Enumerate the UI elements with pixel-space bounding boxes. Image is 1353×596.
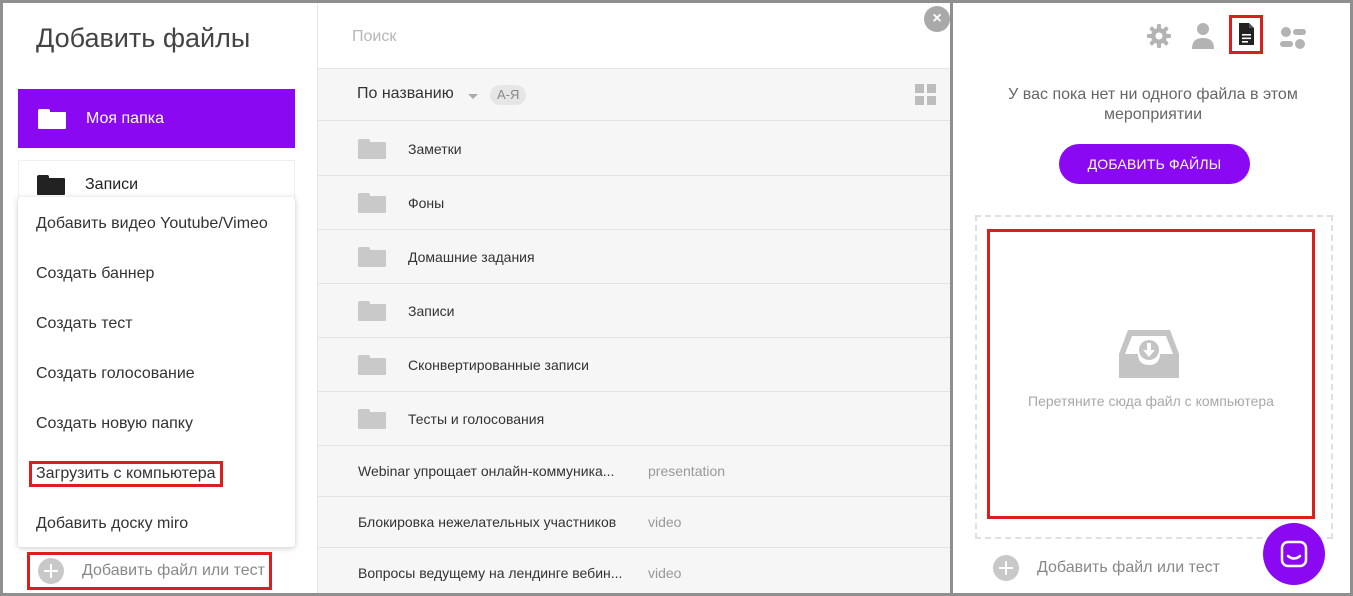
folder-icon — [358, 354, 386, 375]
user-icon[interactable] — [1191, 22, 1215, 50]
search-bar: × — [318, 3, 951, 69]
menu-item-add-video[interactable]: Добавить видео Youtube/Vimeo — [18, 199, 295, 249]
chat-icon — [1280, 540, 1308, 568]
menu-item-create-poll[interactable]: Создать голосование — [18, 349, 295, 399]
folder-icon — [358, 138, 386, 159]
settings-toggle-icon[interactable] — [1280, 27, 1306, 49]
menu-item-create-banner[interactable]: Создать баннер — [18, 249, 295, 299]
sort-order-toggle[interactable]: А-Я — [490, 85, 527, 105]
folder-row[interactable]: Тесты и голосования — [318, 392, 951, 446]
gear-icon[interactable] — [1146, 23, 1172, 49]
chat-button[interactable] — [1263, 523, 1325, 585]
add-file-label: Добавить файл или тест — [1037, 559, 1220, 576]
app-window: Добавить файлы Моя папка Записи Добавить… — [0, 0, 1353, 596]
plus-icon — [993, 555, 1019, 581]
menu-item-upload-from-computer[interactable]: Загрузить с компьютера — [18, 449, 295, 499]
file-name: Webinar упрощает онлайн-коммуника... — [358, 463, 615, 479]
my-folder-item[interactable]: Моя папка — [18, 89, 295, 148]
folder-name: Домашние задания — [408, 248, 535, 265]
add-file-label: Добавить файл или тест — [82, 562, 265, 579]
file-list: Заметки Фоны Домашние задания Записи Ско… — [318, 122, 951, 593]
my-folder-label: Моя папка — [86, 109, 164, 127]
menu-item-create-folder[interactable]: Создать новую папку — [18, 399, 295, 449]
panel-title: Добавить файлы — [36, 23, 251, 53]
folder-name: Тесты и голосования — [408, 410, 545, 427]
empty-state-message: У вас пока нет ни одного файла в этом ме… — [1008, 86, 1298, 123]
file-dropzone[interactable]: Перетяните сюда файл с компьютера — [987, 229, 1315, 519]
file-browser: × По названию А-Я Заметки Фоны Домашние … — [317, 3, 951, 593]
event-files-panel: У вас пока нет ни одного файла в этом ме… — [950, 3, 1350, 593]
folder-row[interactable]: Фоны — [318, 176, 951, 230]
grid-view-icon[interactable] — [915, 84, 937, 106]
add-file-or-test-button[interactable]: Добавить файл или тест — [27, 552, 272, 590]
menu-item-add-miro[interactable]: Добавить доску miro — [18, 499, 295, 549]
folder-name: Записи — [408, 302, 455, 319]
file-name: Вопросы ведущему на лендинге вебин... — [358, 565, 623, 581]
folder-name: Фоны — [408, 194, 445, 211]
folder-icon — [358, 408, 386, 429]
folder-name: Сконвертированные записи — [408, 356, 589, 373]
folder-icon — [358, 246, 386, 267]
left-panel: Добавить файлы Моя папка Записи Добавить… — [3, 3, 317, 593]
folder-icon — [38, 108, 66, 129]
file-type: presentation — [648, 463, 726, 479]
sort-bar: По названию А-Я — [318, 69, 951, 121]
folder-row[interactable]: Домашние задания — [318, 230, 951, 284]
dropzone-text: Перетяните сюда файл с компьютера — [1028, 393, 1274, 409]
folder-icon — [37, 175, 65, 195]
file-row[interactable]: Вопросы ведущему на лендинге вебин... vi… — [318, 548, 951, 593]
chevron-down-icon[interactable] — [468, 94, 478, 99]
add-file-or-test-button[interactable]: Добавить файл или тест — [993, 555, 1220, 581]
folder-row[interactable]: Записи — [318, 284, 951, 338]
folder-row[interactable]: Заметки — [318, 122, 951, 176]
files-tab[interactable] — [1229, 15, 1263, 54]
file-type: video — [648, 514, 682, 530]
folder-icon — [358, 192, 386, 213]
sort-dropdown[interactable]: По названию — [357, 85, 454, 103]
folder-name: Заметки — [408, 140, 462, 157]
add-menu-dropdown: Добавить видео Youtube/Vimeo Создать бан… — [18, 197, 295, 547]
close-icon[interactable]: × — [924, 6, 950, 32]
add-files-button[interactable]: ДОБАВИТЬ ФАЙЛЫ — [1059, 144, 1250, 184]
folder-row[interactable]: Сконвертированные записи — [318, 338, 951, 392]
inbox-download-icon — [1119, 330, 1179, 378]
menu-item-create-test[interactable]: Создать тест — [18, 299, 295, 349]
records-label: Записи — [85, 176, 139, 193]
file-row[interactable]: Webinar упрощает онлайн-коммуника... pre… — [318, 446, 951, 497]
folder-icon — [358, 300, 386, 321]
plus-icon — [38, 558, 64, 584]
file-name: Блокировка нежелательных участников — [358, 514, 617, 530]
search-input[interactable] — [352, 25, 872, 49]
file-row[interactable]: Блокировка нежелательных участников vide… — [318, 497, 951, 548]
file-type: video — [648, 565, 682, 581]
file-icon — [1239, 23, 1254, 45]
